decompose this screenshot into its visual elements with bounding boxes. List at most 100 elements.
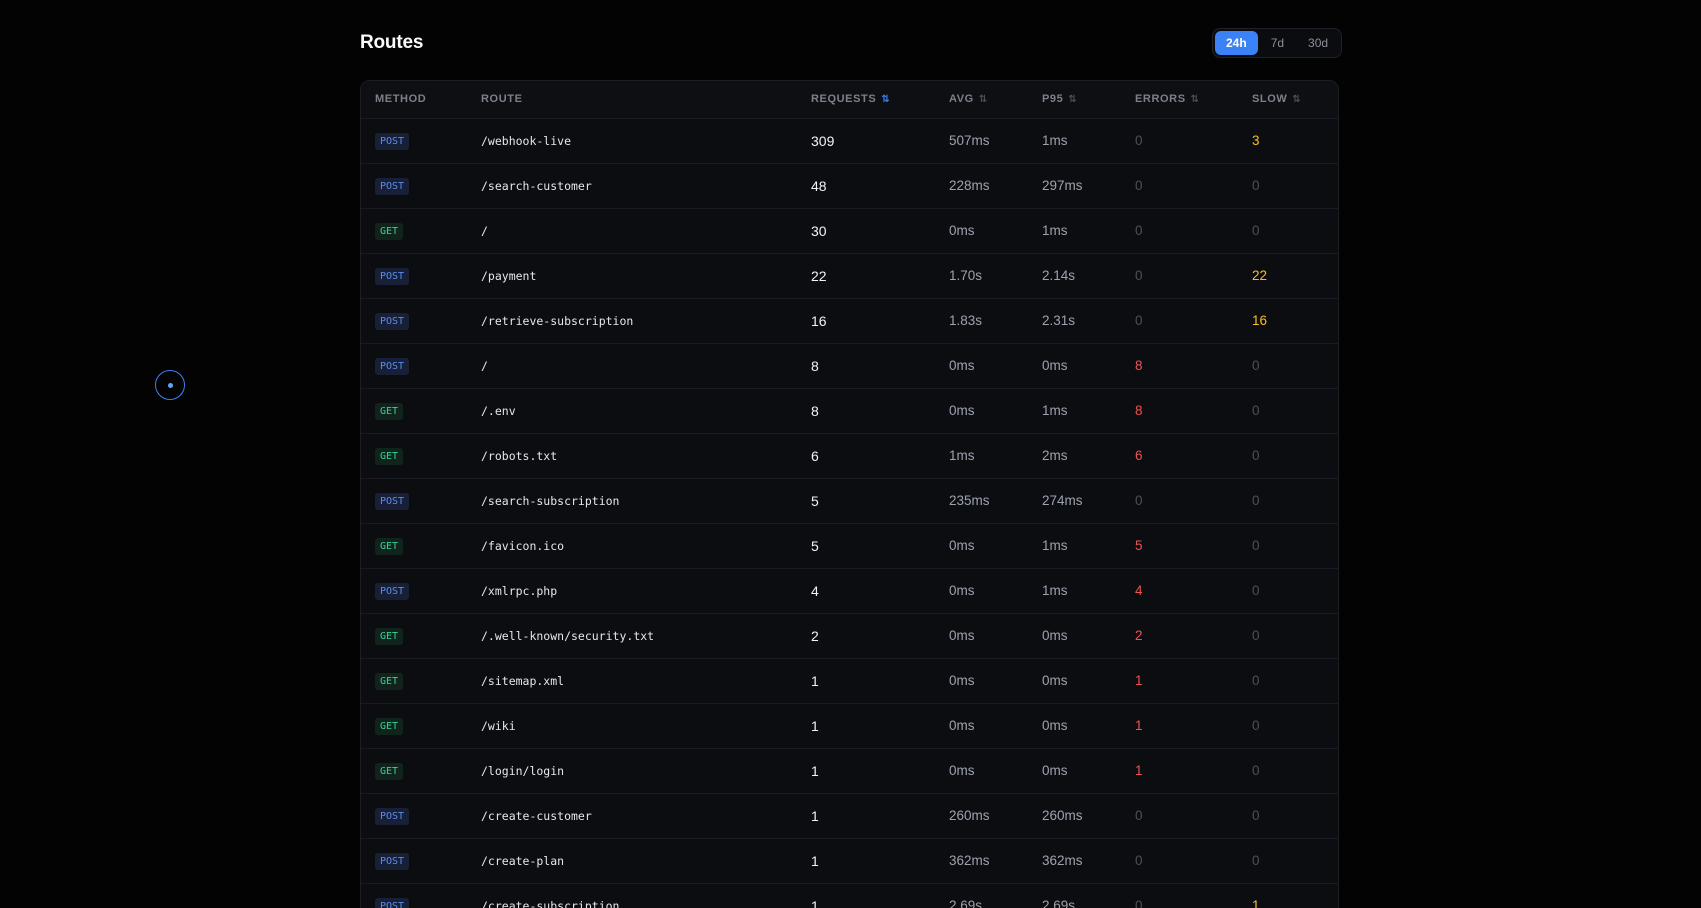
requests-count: 16 <box>811 313 827 329</box>
p95-latency: 0ms <box>1042 628 1068 643</box>
requests-count: 1 <box>811 898 819 908</box>
table-row[interactable]: POST/create-plan 1 362ms 362ms 0 0 <box>361 839 1338 884</box>
range-option-7d[interactable]: 7d <box>1260 31 1295 55</box>
errors-count: 1 <box>1135 673 1143 688</box>
column-header-requests[interactable]: REQUESTS ⇅ <box>811 81 890 118</box>
method-badge: POST <box>375 357 410 375</box>
range-option-30d[interactable]: 30d <box>1297 31 1339 55</box>
avg-latency: 1.70s <box>949 268 983 283</box>
errors-count: 0 <box>1135 268 1143 283</box>
route-path: /login/login <box>481 764 565 778</box>
avg-latency: 362ms <box>949 853 990 868</box>
requests-count: 2 <box>811 628 819 644</box>
requests-count: 1 <box>811 673 819 689</box>
slow-count: 0 <box>1252 808 1260 823</box>
slow-count: 0 <box>1252 583 1260 598</box>
p95-latency: 362ms <box>1042 853 1083 868</box>
method-cell: GET <box>375 704 404 748</box>
table-row[interactable]: POST/search-subscription 5 235ms 274ms 0 0 <box>361 479 1338 524</box>
requests-count: 8 <box>811 403 819 419</box>
route-path: /create-subscription <box>481 899 620 908</box>
requests-count: 1 <box>811 718 819 734</box>
errors-count: 4 <box>1135 583 1143 598</box>
method-badge: POST <box>375 852 410 870</box>
method-cell: POST <box>375 884 410 908</box>
cursor-indicator-icon <box>155 370 185 400</box>
method-badge: GET <box>375 762 404 780</box>
slow-count: 0 <box>1252 358 1260 373</box>
avg-latency: 0ms <box>949 583 975 598</box>
method-badge: POST <box>375 897 410 908</box>
requests-count: 48 <box>811 178 827 194</box>
route-path: /robots.txt <box>481 449 558 463</box>
slow-count: 0 <box>1252 178 1260 193</box>
avg-latency: 2.69s <box>949 898 983 908</box>
slow-count: 0 <box>1252 448 1260 463</box>
p95-latency: 1ms <box>1042 223 1068 238</box>
table-row[interactable]: GET/login/login 1 0ms 0ms 1 0 <box>361 749 1338 794</box>
method-badge: GET <box>375 537 404 555</box>
table-row[interactable]: GET/favicon.ico 5 0ms 1ms 5 0 <box>361 524 1338 569</box>
method-badge: POST <box>375 132 410 150</box>
p95-latency: 0ms <box>1042 718 1068 733</box>
route-path: / <box>481 359 488 373</box>
table-row[interactable]: POST / 8 0ms 0ms 8 0 <box>361 344 1338 389</box>
errors-count: 0 <box>1135 898 1143 908</box>
column-header-errors[interactable]: ERRORS ⇅ <box>1135 81 1199 118</box>
requests-count: 30 <box>811 223 827 239</box>
method-cell: GET <box>375 209 404 253</box>
p95-latency: 0ms <box>1042 673 1068 688</box>
method-badge: POST <box>375 267 410 285</box>
range-option-24h[interactable]: 24h <box>1215 31 1258 55</box>
table-row[interactable]: GET/sitemap.xml 1 0ms 0ms 1 0 <box>361 659 1338 704</box>
table-row[interactable]: POST/xmlrpc.php 4 0ms 1ms 4 0 <box>361 569 1338 614</box>
p95-latency: 297ms <box>1042 178 1083 193</box>
errors-count: 0 <box>1135 223 1143 238</box>
table-row[interactable]: GET / 30 0ms 1ms 0 0 <box>361 209 1338 254</box>
sort-icon: ⇅ <box>1068 94 1077 105</box>
avg-latency: 0ms <box>949 538 975 553</box>
requests-count: 5 <box>811 538 819 554</box>
column-header-slow[interactable]: SLOW ⇅ <box>1252 81 1301 118</box>
requests-count: 309 <box>811 133 835 149</box>
table-row[interactable]: GET /.well-known/security.txt 2 0ms 0ms 2 0 <box>361 614 1338 659</box>
requests-count: 5 <box>811 493 819 509</box>
route-path: /.well-known/security.txt <box>481 629 655 643</box>
column-header-avg[interactable]: AVG ⇅ <box>949 81 987 118</box>
table-row[interactable]: GET /.env 8 0ms 1ms 8 0 <box>361 389 1338 434</box>
table-row[interactable]: POST/create-customer 1 260ms 260ms 0 0 <box>361 794 1338 839</box>
requests-count: 6 <box>811 448 819 464</box>
errors-count: 0 <box>1135 313 1143 328</box>
route-path: /wiki <box>481 719 516 733</box>
method-cell: POST <box>375 569 410 613</box>
table-row[interactable]: POST/webhook-live 309 507ms 1ms 0 3 <box>361 119 1338 164</box>
column-header-method: METHOD <box>375 81 426 118</box>
p95-latency: 2.31s <box>1042 313 1076 328</box>
sort-icon: ⇅ <box>1292 94 1301 105</box>
route-path: /payment <box>481 269 537 283</box>
table-row[interactable]: GET/robots.txt 6 1ms 2ms 6 0 <box>361 434 1338 479</box>
table-row[interactable]: POST/create-subscription 1 2.69s 2.69s 0 1 <box>361 884 1338 908</box>
errors-count: 0 <box>1135 493 1143 508</box>
table-row[interactable]: POST/retrieve-subscription 16 1.83s 2.31s 0 1… <box>361 299 1338 344</box>
route-path: /sitemap.xml <box>481 674 565 688</box>
errors-count: 1 <box>1135 718 1143 733</box>
column-header-route: ROUTE <box>481 81 523 118</box>
method-badge: GET <box>375 222 404 240</box>
avg-latency: 1.83s <box>949 313 983 328</box>
p95-latency: 260ms <box>1042 808 1083 823</box>
method-cell: GET <box>375 524 404 568</box>
route-path: /.env <box>481 404 516 418</box>
method-cell: POST <box>375 479 410 523</box>
route-path: /search-customer <box>481 179 592 193</box>
requests-count: 4 <box>811 583 819 599</box>
requests-count: 1 <box>811 853 819 869</box>
errors-count: 2 <box>1135 628 1143 643</box>
table-row[interactable]: POST/payment 22 1.70s 2.14s 0 22 <box>361 254 1338 299</box>
method-cell: POST <box>375 299 410 343</box>
column-header-p95[interactable]: P95 ⇅ <box>1042 81 1077 118</box>
errors-count: 8 <box>1135 403 1143 418</box>
table-row[interactable]: POST/search-customer 48 228ms 297ms 0 0 <box>361 164 1338 209</box>
requests-count: 22 <box>811 268 827 284</box>
table-row[interactable]: GET/wiki 1 0ms 0ms 1 0 <box>361 704 1338 749</box>
